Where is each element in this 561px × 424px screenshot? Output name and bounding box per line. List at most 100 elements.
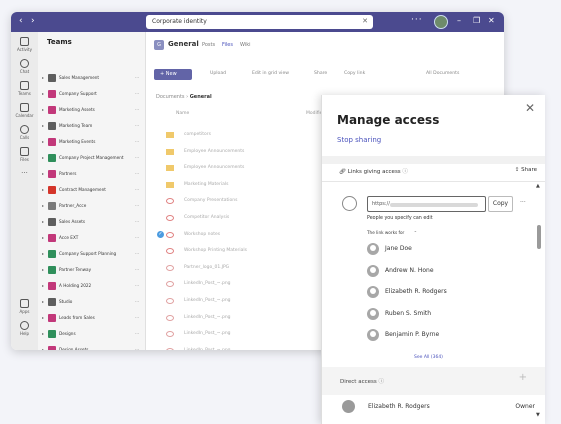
more-icon[interactable]: ···: [135, 233, 139, 242]
copy-button[interactable]: Copy: [488, 196, 513, 212]
chevron-right-icon[interactable]: ▸: [42, 297, 44, 306]
team-item[interactable]: ▸ Marketing Assets ···: [42, 105, 142, 115]
more-icon[interactable]: ···: [135, 137, 139, 146]
rail-more[interactable]: ···: [11, 169, 38, 177]
more-icon[interactable]: ···: [135, 73, 139, 82]
file-row[interactable]: Company Presentations: [166, 197, 336, 211]
share-button[interactable]: Share: [314, 71, 327, 76]
team-item[interactable]: ▸ Studio ···: [42, 297, 142, 307]
link-permission[interactable]: People you specify can edit: [367, 216, 433, 221]
search-input[interactable]: Corporate identity ✕: [146, 15, 373, 29]
team-item[interactable]: ▸ Partner_Acce ···: [42, 201, 142, 211]
close-window-icon[interactable]: ✕: [488, 16, 495, 25]
rail-calendar[interactable]: Calendar: [11, 103, 38, 118]
stop-sharing-link[interactable]: Stop sharing: [337, 136, 381, 144]
share-link-button[interactable]: ⇪ Share: [515, 167, 537, 173]
chevron-right-icon[interactable]: ▸: [42, 201, 44, 210]
link-more-icon[interactable]: ···: [520, 199, 526, 206]
team-item[interactable]: ▸ Design Assets ···: [42, 345, 142, 350]
back-icon[interactable]: ‹: [19, 16, 23, 27]
team-item[interactable]: ▸ A Holding 2022 ···: [42, 281, 142, 291]
all-documents-dropdown[interactable]: All Documents: [426, 71, 459, 76]
team-item[interactable]: ▸ Acce EXT ···: [42, 233, 142, 243]
see-all-link[interactable]: See All (364): [414, 355, 443, 360]
file-row[interactable]: LinkedIn_Post_~.png: [166, 347, 336, 350]
more-icon[interactable]: ···: [135, 105, 139, 114]
new-button[interactable]: + New: [154, 69, 192, 80]
file-row[interactable]: competitors: [166, 131, 336, 145]
chevron-right-icon[interactable]: ▸: [42, 313, 44, 322]
team-item[interactable]: ▸ Marketing Events ···: [42, 137, 142, 147]
info-icon[interactable]: ⓘ: [402, 169, 408, 175]
file-row[interactable]: Employee Announcements: [166, 148, 336, 162]
more-icon[interactable]: ···: [135, 313, 139, 322]
info-icon[interactable]: ⓘ: [379, 379, 385, 385]
chevron-right-icon[interactable]: ▸: [42, 89, 44, 98]
team-item[interactable]: ▸ Marketing Team ···: [42, 121, 142, 131]
file-row[interactable]: LinkedIn_Post_~.png: [166, 280, 336, 294]
more-icon[interactable]: ···: [135, 345, 139, 350]
file-row[interactable]: LinkedIn_Post_~.png: [166, 297, 336, 311]
more-icon[interactable]: ···: [135, 265, 139, 274]
more-options-button[interactable]: ···: [411, 15, 423, 25]
upload-button[interactable]: Upload: [210, 71, 226, 76]
copy-link-button[interactable]: Copy link: [344, 71, 365, 76]
team-item[interactable]: ▸ Company Support ···: [42, 89, 142, 99]
selected-check-icon[interactable]: ✓: [157, 230, 164, 238]
team-item[interactable]: ▸ Leads from Sales ···: [42, 313, 142, 323]
scroll-up-icon[interactable]: ▲: [536, 183, 540, 189]
rail-activity[interactable]: Activity: [11, 37, 38, 52]
more-icon[interactable]: ···: [135, 185, 139, 194]
rail-teams[interactable]: Teams: [11, 81, 38, 96]
chevron-right-icon[interactable]: ▸: [42, 249, 44, 258]
team-item[interactable]: ▸ Company Project Management ···: [42, 153, 142, 163]
rail-calls[interactable]: Calls: [11, 125, 38, 140]
more-icon[interactable]: ···: [135, 329, 139, 338]
file-row[interactable]: Partner_logo_01.JPG: [166, 264, 336, 278]
user-avatar[interactable]: [434, 15, 448, 29]
rail-apps[interactable]: Apps: [11, 299, 38, 314]
chevron-right-icon[interactable]: ▸: [42, 121, 44, 130]
minimize-icon[interactable]: –: [457, 16, 461, 25]
more-icon[interactable]: ···: [135, 121, 139, 130]
file-row[interactable]: Workshop Printing Materials: [166, 247, 336, 261]
column-name[interactable]: Name: [176, 111, 189, 116]
team-item[interactable]: ▸ Partners ···: [42, 169, 142, 179]
forward-icon[interactable]: ›: [31, 16, 35, 27]
more-icon[interactable]: ···: [135, 201, 139, 210]
chevron-up-icon[interactable]: ⌃: [414, 230, 418, 235]
file-row[interactable]: LinkedIn_Post_~.png: [166, 314, 336, 328]
team-item[interactable]: ▸ Sales Assets ···: [42, 217, 142, 227]
maximize-icon[interactable]: ❐: [473, 16, 480, 25]
team-item[interactable]: ▸ Sales Management ···: [42, 73, 142, 83]
scroll-down-icon[interactable]: ▼: [536, 412, 540, 418]
more-icon[interactable]: ···: [135, 249, 139, 258]
rail-help[interactable]: Help: [11, 321, 38, 336]
chevron-right-icon[interactable]: ▸: [42, 329, 44, 338]
tab-wiki[interactable]: Wiki: [240, 42, 251, 48]
chevron-right-icon[interactable]: ▸: [42, 169, 44, 178]
more-icon[interactable]: ···: [135, 169, 139, 178]
chevron-right-icon[interactable]: ▸: [42, 73, 44, 82]
file-row[interactable]: Workshop notes ✓: [157, 230, 336, 245]
more-icon[interactable]: ···: [135, 89, 139, 98]
more-icon[interactable]: ···: [135, 153, 139, 162]
breadcrumb-root[interactable]: Documents: [156, 94, 185, 100]
team-item[interactable]: ▸ Contract Management ···: [42, 185, 142, 195]
tab-posts[interactable]: Posts: [202, 42, 215, 48]
chevron-right-icon[interactable]: ▸: [42, 137, 44, 146]
team-item[interactable]: ▸ Designs ···: [42, 329, 142, 339]
direct-access-row[interactable]: Elizabeth R. Rodgers Owner: [342, 400, 542, 414]
chevron-right-icon[interactable]: ▸: [42, 153, 44, 162]
chevron-right-icon[interactable]: ▸: [42, 185, 44, 194]
chevron-right-icon[interactable]: ▸: [42, 345, 44, 350]
more-icon[interactable]: ···: [135, 281, 139, 290]
chevron-right-icon[interactable]: ▸: [42, 105, 44, 114]
link-url-field[interactable]: https://: [367, 196, 486, 212]
tab-files[interactable]: Files: [222, 42, 233, 48]
file-row[interactable]: Competitor Analysis: [166, 214, 336, 228]
team-item[interactable]: ▸ Partner Tenway ···: [42, 265, 142, 275]
rail-files[interactable]: Files: [11, 147, 38, 162]
edit-grid-button[interactable]: Edit in grid view: [252, 71, 289, 76]
close-icon[interactable]: ✕: [525, 101, 535, 115]
